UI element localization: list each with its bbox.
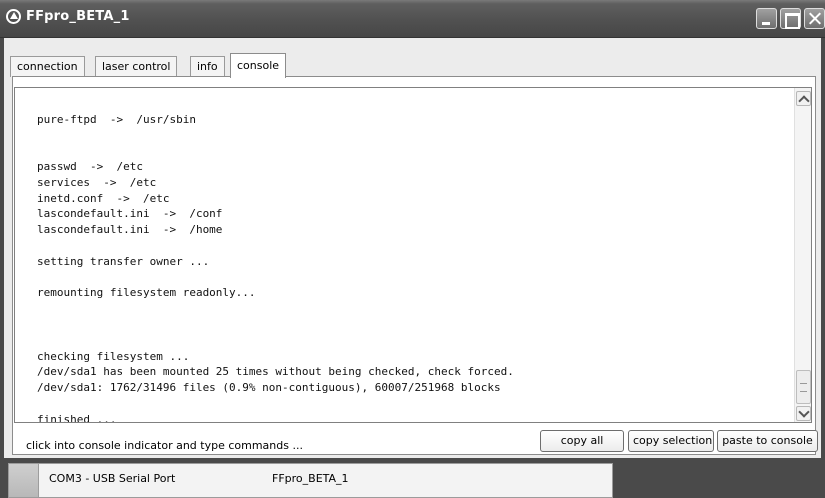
window-title: FFpro_BETA_1	[26, 9, 130, 24]
console-scrollbar[interactable]	[794, 88, 811, 422]
copy-all-button[interactable]: copy all	[540, 430, 624, 452]
console-hint-text: click into console indicator and type co…	[26, 439, 303, 452]
scrollbar-thumb[interactable]	[796, 370, 811, 404]
console-line: /dev/sda1: 1762/31496 files (0.9% non-co…	[37, 381, 501, 395]
status-bar: COM3 - USB Serial Port FFpro_BETA_1	[0, 463, 825, 498]
minimize-button[interactable]	[756, 8, 777, 29]
console-line: lascondefault.ini -> /home	[37, 223, 223, 237]
app-logo-icon	[6, 9, 21, 24]
scroll-up-arrow-icon[interactable]	[796, 91, 811, 106]
console-line: pure-ftpd -> /usr/sbin	[37, 112, 196, 126]
scroll-down-arrow-icon[interactable]	[796, 406, 811, 421]
app-window: FFpro_BETA_1 connection laser control in…	[0, 0, 825, 498]
console-line: passwd -> /etc	[37, 159, 143, 173]
console-line: inetd.conf -> /etc	[37, 191, 170, 205]
console-line: remounting filesystem readonly...	[37, 286, 256, 300]
console-line: services -> /etc	[37, 175, 157, 189]
console-line: /dev/sda1 has been mounted 25 times with…	[37, 365, 514, 379]
close-button[interactable]	[804, 8, 825, 29]
tab-console[interactable]: console	[230, 53, 287, 78]
status-bar-panel: COM3 - USB Serial Port FFpro_BETA_1	[8, 463, 613, 498]
console-line: finished ...	[37, 412, 117, 422]
copy-selection-button[interactable]: copy selection	[628, 430, 714, 452]
console-line: setting transfer owner ...	[37, 254, 210, 268]
status-grip	[9, 464, 39, 497]
tab-connection[interactable]: connection	[10, 56, 85, 77]
console-output[interactable]: pure-ftpd -> /usr/sbin passwd -> /etc ser…	[14, 87, 812, 423]
tab-info[interactable]: info	[190, 56, 225, 77]
console-line: checking filesystem ...	[37, 349, 190, 363]
paste-to-console-button[interactable]: paste to console	[717, 430, 818, 452]
status-port: COM3 - USB Serial Port	[49, 472, 176, 485]
maximize-button[interactable]	[780, 8, 801, 29]
console-line: lascondefault.ini -> /conf	[37, 207, 223, 221]
console-text[interactable]: pure-ftpd -> /usr/sbin passwd -> /etc ser…	[37, 88, 787, 422]
title-bar[interactable]: FFpro_BETA_1	[0, 0, 825, 38]
tab-laser-control[interactable]: laser control	[95, 56, 178, 77]
window-client-area: connection laser control info console pu…	[4, 38, 821, 458]
status-device-name: FFpro_BETA_1	[272, 472, 349, 485]
